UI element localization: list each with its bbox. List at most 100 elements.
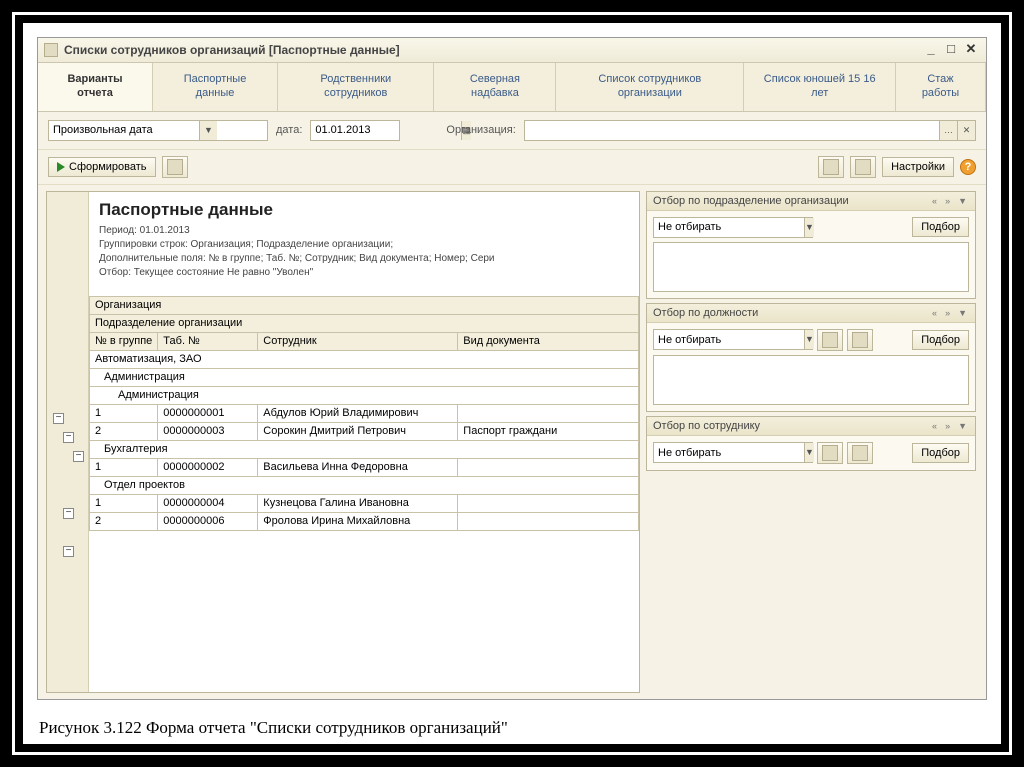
play-icon bbox=[57, 162, 65, 172]
layout1-button[interactable] bbox=[818, 156, 844, 178]
expander-dept1[interactable]: − bbox=[63, 432, 74, 443]
table-row: 1 0000000004 Кузнецова Галина Ивановна bbox=[90, 494, 639, 512]
add-button[interactable] bbox=[817, 442, 843, 464]
dropdown-icon[interactable]: ▼ bbox=[804, 443, 814, 462]
panel-next-icon[interactable]: » bbox=[943, 196, 952, 206]
report-fields: Дополнительные поля: № в группе; Таб. №;… bbox=[99, 252, 629, 266]
tab-north-bonus[interactable]: Северная надбавка bbox=[434, 63, 556, 111]
settings-button[interactable]: Настройки bbox=[882, 157, 954, 177]
org-select-icon[interactable]: … bbox=[939, 121, 957, 140]
table-row: Отдел проектов bbox=[90, 476, 639, 494]
panel-next-icon[interactable]: » bbox=[943, 421, 952, 431]
org-clear-icon[interactable]: ✕ bbox=[957, 121, 975, 140]
close-button[interactable]: ✕ bbox=[962, 42, 980, 58]
tab-seniority[interactable]: Стаж работы bbox=[896, 63, 986, 111]
panel-prev-icon[interactable]: « bbox=[930, 308, 939, 318]
run-label: Сформировать bbox=[69, 161, 147, 173]
run-button[interactable]: Сформировать bbox=[48, 157, 156, 177]
panel-prev-icon[interactable]: « bbox=[930, 196, 939, 206]
hdr-dept: Подразделение организации bbox=[90, 314, 639, 332]
org-input[interactable] bbox=[525, 121, 939, 140]
layout2-icon bbox=[855, 159, 871, 175]
table-row: Автоматизация, ЗАО bbox=[90, 350, 639, 368]
add-icon bbox=[822, 445, 838, 461]
table-row: Администрация bbox=[90, 368, 639, 386]
filter-mode-combo[interactable]: ▼ bbox=[653, 217, 813, 238]
report-pane: − − − − − Паспортные данные Период: 01.0… bbox=[46, 191, 640, 694]
panel-menu-icon[interactable]: ▼ bbox=[956, 196, 969, 206]
panel-next-icon[interactable]: » bbox=[943, 308, 952, 318]
date-label: дата: bbox=[276, 124, 302, 136]
filter-panel-employee: Отбор по сотруднику « » ▼ ▼ bbox=[646, 416, 976, 471]
remove-icon bbox=[852, 445, 868, 461]
tab-employee-list[interactable]: Список сотрудников организации bbox=[556, 63, 744, 111]
dropdown-icon[interactable]: ▼ bbox=[804, 330, 814, 349]
pick-button[interactable]: Подбор bbox=[912, 443, 969, 463]
filter-mode-combo[interactable]: ▼ bbox=[653, 329, 813, 350]
figure-caption: Рисунок 3.122 Форма отчета "Списки сотру… bbox=[25, 712, 999, 742]
table-row: Администрация bbox=[90, 386, 639, 404]
filter-mode-input[interactable] bbox=[654, 443, 804, 462]
tab-youth-list[interactable]: Список юношей 15 16 лет bbox=[744, 63, 896, 111]
report-table: Организация Подразделение организации № … bbox=[89, 296, 639, 531]
help-icon[interactable]: ? bbox=[960, 159, 976, 175]
date-combo[interactable]: ▦ bbox=[310, 120, 400, 141]
dropdown-icon[interactable]: ▼ bbox=[804, 218, 814, 237]
filter-mode-input[interactable] bbox=[654, 330, 804, 349]
hdr-col2: Таб. № bbox=[158, 332, 258, 350]
mode-combo[interactable]: ▼ bbox=[48, 120, 268, 141]
tab-passport[interactable]: Паспортные данные bbox=[153, 63, 278, 111]
remove-button[interactable] bbox=[847, 442, 873, 464]
titlebar: Списки сотрудников организаций [Паспортн… bbox=[38, 38, 986, 63]
hdr-org: Организация bbox=[90, 296, 639, 314]
add-button[interactable] bbox=[817, 329, 843, 351]
layout2-button[interactable] bbox=[850, 156, 876, 178]
side-panels: Отбор по подразделение организации « » ▼… bbox=[646, 191, 976, 694]
expander-dept2[interactable]: − bbox=[63, 508, 74, 519]
report-period: Период: 01.01.2013 bbox=[99, 224, 629, 238]
expander-sub1[interactable]: − bbox=[73, 451, 84, 462]
panel-menu-icon[interactable]: ▼ bbox=[956, 421, 969, 431]
report-filter: Отбор: Текущее состояние Не равно "Уволе… bbox=[99, 266, 629, 280]
report-groups: Группировки строк: Организация; Подразде… bbox=[99, 238, 629, 252]
hdr-col4: Вид документа bbox=[458, 332, 639, 350]
pick-button[interactable]: Подбор bbox=[912, 330, 969, 350]
date-input[interactable] bbox=[311, 121, 461, 140]
filter-list[interactable] bbox=[653, 242, 969, 292]
expander-dept3[interactable]: − bbox=[63, 546, 74, 557]
table-row: Бухгалтерия bbox=[90, 440, 639, 458]
minimize-button[interactable]: _ bbox=[922, 42, 940, 58]
filter-panel-department: Отбор по подразделение организации « » ▼… bbox=[646, 191, 976, 299]
panel-title: Отбор по должности bbox=[653, 307, 758, 319]
restore-button[interactable]: □ bbox=[942, 42, 960, 58]
app-window: Списки сотрудников организаций [Паспортн… bbox=[37, 37, 987, 700]
filter-panel-position: Отбор по должности « » ▼ ▼ bbox=[646, 303, 976, 412]
params-bar: ▼ дата: ▦ Организация: … ✕ bbox=[38, 112, 986, 150]
tab-relatives[interactable]: Родственники сотрудников bbox=[278, 63, 434, 111]
filter-mode-combo[interactable]: ▼ bbox=[653, 442, 813, 463]
toolbar: Сформировать Настройки ? bbox=[38, 150, 986, 185]
print-button[interactable] bbox=[162, 156, 188, 178]
table-row: 1 0000000002 Васильева Инна Федоровна bbox=[90, 458, 639, 476]
panel-prev-icon[interactable]: « bbox=[930, 421, 939, 431]
org-combo[interactable]: … ✕ bbox=[524, 120, 976, 141]
table-row: 2 0000000003 Сорокин Дмитрий Петрович Па… bbox=[90, 422, 639, 440]
panel-title: Отбор по подразделение организации bbox=[653, 195, 849, 207]
printer-icon bbox=[167, 159, 183, 175]
mode-input[interactable] bbox=[49, 121, 199, 140]
report-header: Паспортные данные Период: 01.01.2013 Гру… bbox=[89, 192, 639, 286]
filter-list[interactable] bbox=[653, 355, 969, 405]
remove-button[interactable] bbox=[847, 329, 873, 351]
window-title: Списки сотрудников организаций [Паспортн… bbox=[64, 43, 920, 57]
tab-variants[interactable]: Варианты отчета bbox=[38, 63, 153, 111]
hdr-col3: Сотрудник bbox=[258, 332, 458, 350]
app-icon bbox=[44, 43, 58, 57]
report-content: Паспортные данные Период: 01.01.2013 Гру… bbox=[89, 192, 639, 693]
pick-button[interactable]: Подбор bbox=[912, 217, 969, 237]
expander-org[interactable]: − bbox=[53, 413, 64, 424]
report-title: Паспортные данные bbox=[99, 200, 629, 220]
table-row: 2 0000000006 Фролова Ирина Михайловна bbox=[90, 512, 639, 530]
panel-menu-icon[interactable]: ▼ bbox=[956, 308, 969, 318]
filter-mode-input[interactable] bbox=[654, 218, 804, 237]
mode-dropdown-icon[interactable]: ▼ bbox=[199, 121, 217, 140]
